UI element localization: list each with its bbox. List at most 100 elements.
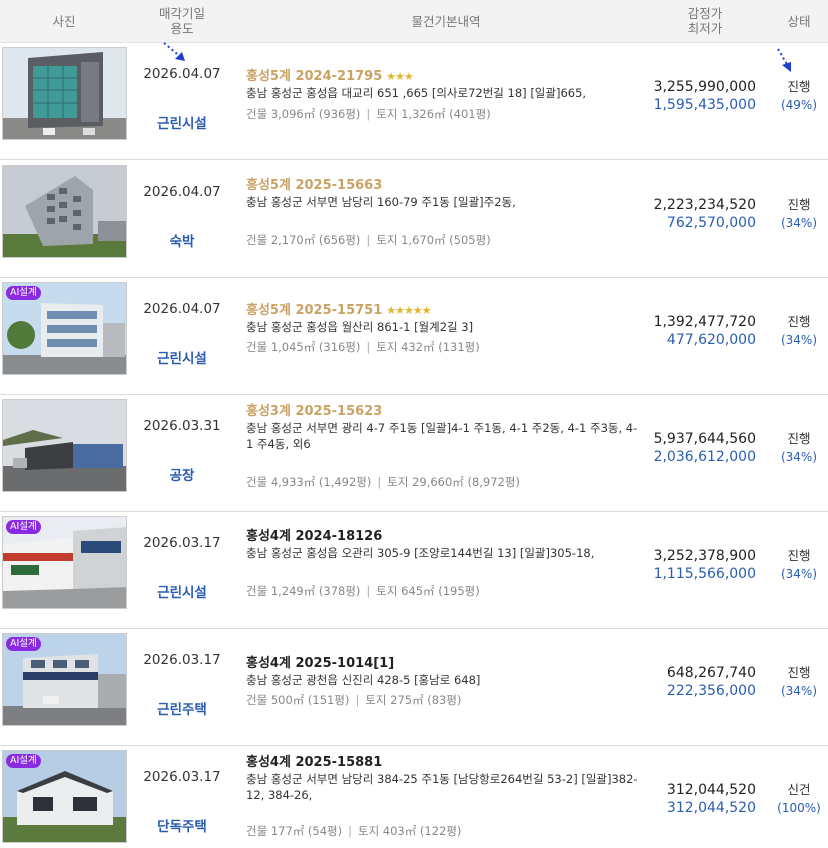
header-photo-label: 사진 xyxy=(52,13,76,29)
header-status: 상태 xyxy=(770,0,828,42)
area-info: 건물 4,933㎡ (1,492평) | 토지 29,660㎡ (8,972평) xyxy=(246,475,520,489)
area-info: 건물 177㎡ (54평) | 토지 403㎡ (122평) xyxy=(246,824,462,838)
sale-date: 2026.03.31 xyxy=(143,418,221,434)
table-row[interactable]: AI설계 2026.03.17 단독주택 홍성4계 2025-15881 충남 … xyxy=(0,745,828,848)
property-use: 근린시설 xyxy=(157,585,207,601)
ai-design-badge[interactable]: AI설계 xyxy=(6,637,41,651)
header-price: 감정가 최저가 xyxy=(660,0,750,42)
status-percent: (34%) xyxy=(780,216,818,230)
property-use: 근린시설 xyxy=(157,116,207,132)
property-use: 근린주택 xyxy=(157,702,207,718)
case-number[interactable]: 홍성5계 2025-15751 ★★★★★ xyxy=(246,303,646,319)
table-row[interactable]: AI설계 2026.03.17 근린주택 홍성4계 2025-1014[1] 충… xyxy=(0,628,828,746)
property-photo[interactable]: AI설계 xyxy=(2,750,127,843)
status-percent: (49%) xyxy=(780,98,818,112)
case-number-text[interactable]: 홍성5계 2025-15663 xyxy=(246,178,382,193)
property-photo[interactable] xyxy=(2,47,127,140)
case-number[interactable]: 홍성5계 2025-15663 xyxy=(246,178,646,194)
area-info: 건물 3,096㎡ (936평) | 토지 1,326㎡ (401평) xyxy=(246,107,491,121)
status-percent: (34%) xyxy=(780,684,818,698)
header-date-label: 매각기일 xyxy=(158,6,205,21)
case-number-text[interactable]: 홍성4계 2025-1014[1] xyxy=(246,656,394,671)
price-info: 3,252,378,900 1,115,566,000 xyxy=(654,547,756,583)
area-info: 건물 1,249㎡ (378평) | 토지 645㎡ (195평) xyxy=(246,584,480,598)
property-address: 충남 홍성군 홍성읍 월산리 861-1 [월계2길 3] xyxy=(246,320,474,334)
table-row[interactable]: AI설계 2026.03.17 근린시설 홍성4계 2024-18126 충남 … xyxy=(0,511,828,629)
land-area: 토지 1,326㎡ (401평) xyxy=(376,107,491,121)
property-info: 홍성4계 2024-18126 충남 홍성군 홍성읍 오관리 305-9 [조양… xyxy=(246,529,646,561)
building-area: 건물 177㎡ (54평) xyxy=(246,824,343,838)
case-number[interactable]: 홍성3계 2025-15623 xyxy=(246,404,638,420)
appraisal-price: 648,267,740 xyxy=(666,665,756,681)
status-label: 진행 xyxy=(787,548,811,563)
area-info: 건물 1,045㎡ (316평) | 토지 432㎡ (131평) xyxy=(246,340,480,354)
price-info: 2,223,234,520 762,570,000 xyxy=(654,196,756,232)
header-appraisal-label: 감정가 xyxy=(687,6,723,21)
area-info: 건물 500㎡ (151평) | 토지 275㎡ (83평) xyxy=(246,693,462,707)
property-use: 근린시설 xyxy=(157,351,207,367)
case-number[interactable]: 홍성4계 2025-1014[1] xyxy=(246,656,646,672)
status-badge: 진행 (49%) xyxy=(770,78,828,114)
case-number[interactable]: 홍성4계 2024-18126 xyxy=(246,529,646,545)
appraisal-price: 3,252,378,900 xyxy=(653,548,756,564)
case-number-text[interactable]: 홍성5계 2025-15751 xyxy=(246,303,382,318)
property-info: 홍성3계 2025-15623 충남 홍성군 서부면 광리 4-7 주1동 [일… xyxy=(246,404,638,452)
building-area: 건물 4,933㎡ (1,492평) xyxy=(246,475,372,489)
case-number-text[interactable]: 홍성5계 2024-21795 xyxy=(246,69,382,84)
case-number-text[interactable]: 홍성4계 2024-18126 xyxy=(246,529,382,544)
minimum-price: 477,620,000 xyxy=(666,332,756,348)
case-number-text[interactable]: 홍성3계 2025-15623 xyxy=(246,404,382,419)
table-row[interactable]: 2026.04.07 숙박 홍성5계 2025-15663 충남 홍성군 서부면… xyxy=(0,160,828,278)
case-number-text[interactable]: 홍성4계 2025-15881 xyxy=(246,755,382,770)
area-info: 건물 2,170㎡ (656평) | 토지 1,670㎡ (505평) xyxy=(246,233,491,247)
property-address: 충남 홍성군 홍성읍 대교리 651 ,665 [의사로72번길 18] [일괄… xyxy=(246,86,587,100)
header-use-label: 용도 xyxy=(170,21,194,36)
case-number[interactable]: 홍성4계 2025-15881 xyxy=(246,755,638,771)
land-area: 토지 645㎡ (195평) xyxy=(376,584,480,598)
ai-design-badge[interactable]: AI설계 xyxy=(6,754,41,768)
ai-design-badge[interactable]: AI설계 xyxy=(6,286,41,300)
property-photo[interactable] xyxy=(2,399,127,492)
minimum-price: 312,044,520 xyxy=(666,800,756,816)
status-percent: (34%) xyxy=(780,450,818,464)
property-photo[interactable] xyxy=(2,165,127,258)
status-percent: (34%) xyxy=(780,333,818,347)
table-header: 사진 매각기일 용도 물건기본내역 감정가 최저가 상태 xyxy=(0,0,828,43)
sale-date: 2026.03.17 xyxy=(143,535,221,551)
property-photo[interactable]: AI설계 xyxy=(2,633,127,726)
building-area: 건물 1,045㎡ (316평) xyxy=(246,340,361,354)
land-area: 토지 275㎡ (83평) xyxy=(365,693,462,707)
status-label: 진행 xyxy=(787,665,811,680)
property-info: 홍성4계 2025-15881 충남 홍성군 서부면 남당리 384-25 주1… xyxy=(246,755,638,803)
sale-date: 2026.04.07 xyxy=(143,66,221,82)
appraisal-price: 5,937,644,560 xyxy=(653,431,756,447)
sale-date: 2026.04.07 xyxy=(143,184,221,200)
header-date-use: 매각기일 용도 xyxy=(138,0,226,42)
table-row[interactable]: 2026.03.31 공장 홍성3계 2025-15623 충남 홍성군 서부면… xyxy=(0,394,828,512)
building-area: 건물 3,096㎡ (936평) xyxy=(246,107,361,121)
property-photo[interactable]: AI설계 xyxy=(2,282,127,375)
table-row[interactable]: AI설계 2026.04.07 근린시설 홍성5계 2025-15751 ★★★★… xyxy=(0,277,828,395)
property-address: 충남 홍성군 서부면 광리 4-7 주1동 [일괄]4-1 주1동, 4-1 주… xyxy=(246,421,638,451)
minimum-price: 2,036,612,000 xyxy=(653,449,756,465)
property-photo[interactable]: AI설계 xyxy=(2,516,127,609)
price-info: 3,255,990,000 1,595,435,000 xyxy=(654,78,756,114)
status-percent: (34%) xyxy=(780,567,818,581)
appraisal-price: 312,044,520 xyxy=(666,782,756,798)
property-use: 단독주택 xyxy=(157,819,207,835)
header-status-label: 상태 xyxy=(787,13,811,29)
property-use: 숙박 xyxy=(169,234,195,250)
case-number[interactable]: 홍성5계 2024-21795 ★★★ xyxy=(246,69,646,85)
property-address: 충남 홍성군 홍성읍 오관리 305-9 [조양로144번길 13] [일괄]3… xyxy=(246,546,595,560)
status-badge: 진행 (34%) xyxy=(770,313,828,349)
price-info: 1,392,477,720 477,620,000 xyxy=(654,313,756,349)
property-info: 홍성5계 2024-21795 ★★★ 충남 홍성군 홍성읍 대교리 651 ,6… xyxy=(246,69,646,101)
appraisal-price: 3,255,990,000 xyxy=(653,79,756,95)
table-row[interactable]: 2026.04.07 근린시설 홍성5계 2024-21795 ★★★ 충남 홍성… xyxy=(0,42,828,160)
property-address: 충남 홍성군 서부면 남당리 384-25 주1동 [남당항로264번길 53-… xyxy=(246,772,638,802)
ai-design-badge[interactable]: AI설계 xyxy=(6,520,41,534)
status-label: 진행 xyxy=(787,431,811,446)
minimum-price: 1,115,566,000 xyxy=(653,566,756,582)
rating-stars-icon: ★★★ xyxy=(386,70,414,83)
appraisal-price: 1,392,477,720 xyxy=(653,314,756,330)
